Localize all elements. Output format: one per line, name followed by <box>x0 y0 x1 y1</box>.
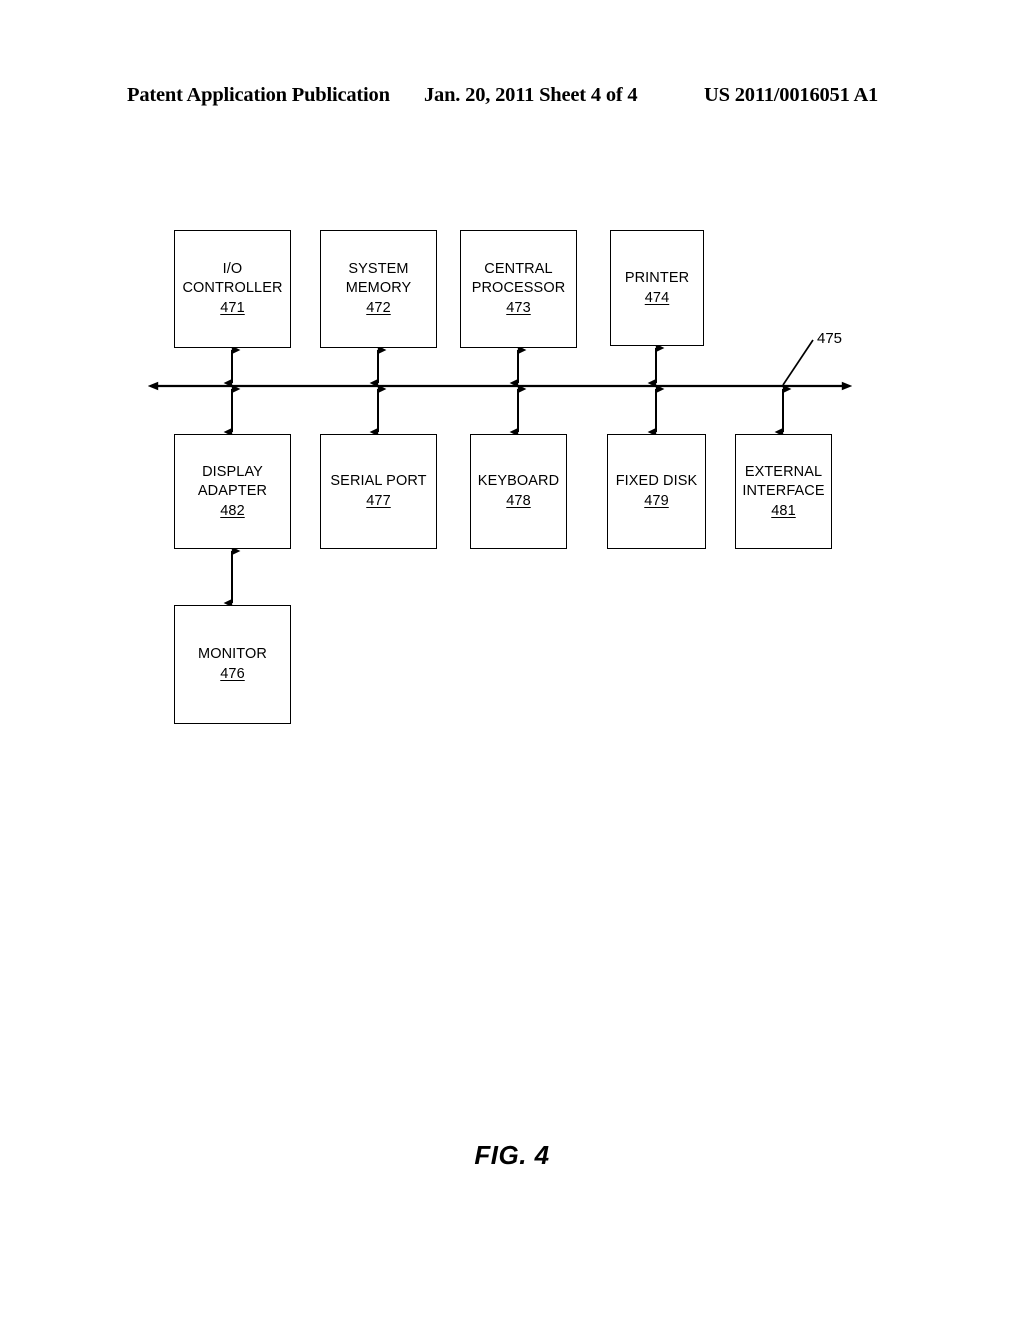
node-serial-port: SERIAL PORT 477 <box>320 434 437 549</box>
node-keyboard-ref: 478 <box>506 493 531 509</box>
node-external-interface-ref: 481 <box>771 502 796 519</box>
node-io-controller: I/O CONTROLLER 471 <box>174 230 291 348</box>
diagram-wiring <box>147 339 853 608</box>
node-display-adapter-label: DISPLAY ADAPTER <box>197 463 268 499</box>
node-monitor-ref: 476 <box>220 666 245 682</box>
node-printer-ref: 474 <box>644 289 670 306</box>
node-fixed-disk-ref: 479 <box>644 493 669 509</box>
node-keyboard-label: KEYBOARD <box>477 473 560 489</box>
node-display-adapter-ref: 482 <box>220 502 245 519</box>
node-monitor-label: MONITOR <box>198 646 267 662</box>
node-central-processor-ref: 473 <box>506 300 531 316</box>
node-external-interface: EXTERNAL INTERFACE 481 <box>735 434 832 549</box>
node-printer-label: PRINTER <box>624 269 690 286</box>
node-display-adapter: DISPLAY ADAPTER 482 <box>174 434 291 549</box>
node-fixed-disk: FIXED DISK 479 <box>607 434 706 549</box>
node-fixed-disk-label: FIXED DISK <box>615 473 698 489</box>
node-serial-port-label: SERIAL PORT <box>330 473 427 489</box>
figure-4-diagram: I/O CONTROLLER 471 SYSTEM MEMORY 472 CEN… <box>0 0 1024 1320</box>
node-central-processor-label: CENTRAL PROCESSOR <box>471 261 566 296</box>
figure-caption: FIG. 4 <box>474 1140 550 1170</box>
bus-reference-leader-line <box>782 339 814 386</box>
node-printer: PRINTER 474 <box>610 230 704 346</box>
node-external-interface-label: EXTERNAL INTERFACE <box>742 463 825 499</box>
node-central-processor: CENTRAL PROCESSOR 473 <box>460 230 577 348</box>
node-serial-port-ref: 477 <box>366 493 391 509</box>
node-io-controller-ref: 471 <box>220 300 245 316</box>
node-keyboard: KEYBOARD 478 <box>470 434 567 549</box>
node-system-memory-label: SYSTEM MEMORY <box>345 261 412 296</box>
bus-reference-numeral: 475 <box>817 330 843 347</box>
node-monitor: MONITOR 476 <box>174 605 291 724</box>
node-system-memory: SYSTEM MEMORY 472 <box>320 230 437 348</box>
node-io-controller-label: I/O CONTROLLER <box>182 261 283 296</box>
node-system-memory-ref: 472 <box>366 300 391 316</box>
